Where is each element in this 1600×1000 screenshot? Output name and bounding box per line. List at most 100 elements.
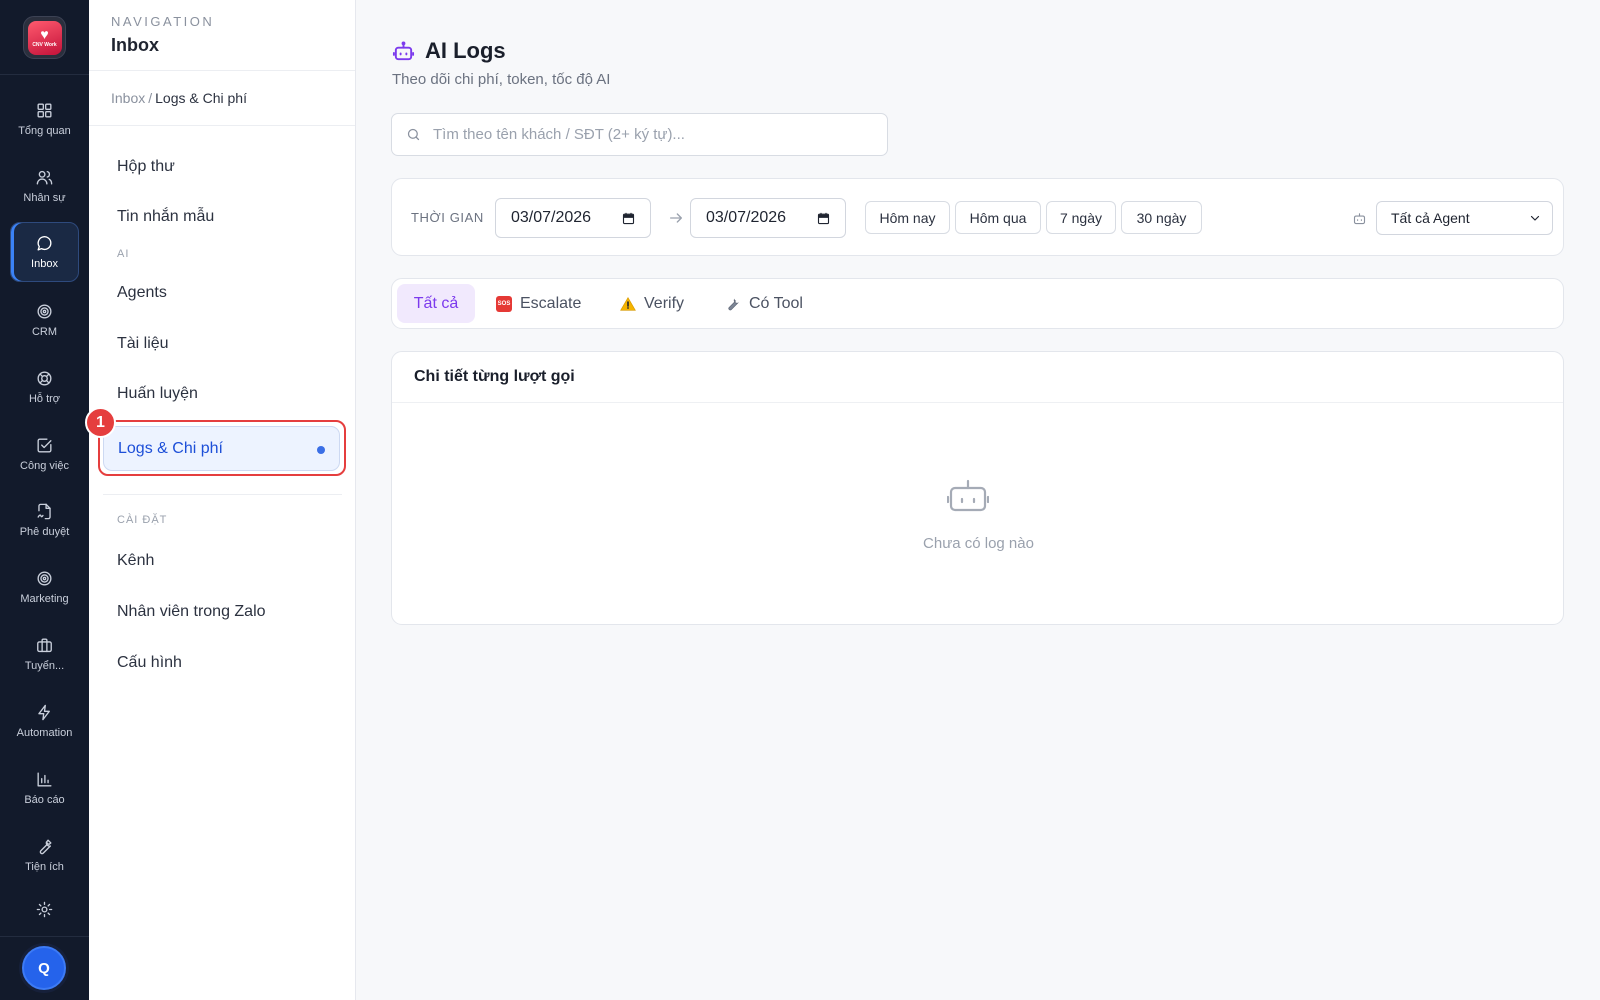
- time-filter-label: THỜI GIAN: [411, 210, 484, 225]
- rail-item-tien-ich[interactable]: Tiện ích: [10, 825, 79, 885]
- date-from-input[interactable]: 03/07/2026: [495, 198, 651, 238]
- warning-icon: [620, 296, 636, 311]
- rail-item-tuyen-dung[interactable]: Tuyển...: [10, 624, 79, 684]
- rail-item-label: Inbox: [31, 258, 58, 270]
- rail-item-label: Tuyển...: [24, 660, 65, 672]
- breadcrumb-current: Logs & Chi phí: [155, 90, 247, 106]
- date-to-input[interactable]: 03/07/2026: [690, 198, 846, 238]
- nav-section-ai: AI: [117, 248, 130, 260]
- rail-item-label: Phê duyệt: [19, 526, 70, 538]
- rail-item-label: CRM: [31, 326, 58, 338]
- card-title: Chi tiết từng lượt gọi: [392, 352, 1563, 403]
- rail-item-inbox[interactable]: Inbox: [10, 222, 79, 282]
- nav-item-huan-luyen[interactable]: Huấn luyện: [117, 385, 198, 403]
- rail-item-settings[interactable]: [10, 900, 79, 930]
- tab-label: Escalate: [520, 294, 582, 312]
- search-box[interactable]: [391, 113, 888, 156]
- zap-icon: [38, 704, 50, 721]
- breadcrumb: Inbox / Logs & Chi phí: [89, 71, 355, 126]
- breadcrumb-inbox-link[interactable]: Inbox: [111, 90, 145, 106]
- log-filter-tabs: Tất cả SOS Escalate Verify Có Tool: [391, 278, 1564, 329]
- rail-item-label: Công việc: [20, 460, 69, 472]
- users-icon: [36, 170, 53, 185]
- search-input[interactable]: [433, 126, 873, 143]
- arrow-right-icon: [670, 213, 682, 223]
- rail-item-nhan-su[interactable]: Nhân sự: [10, 156, 79, 216]
- bot-icon: [1353, 213, 1366, 225]
- rail-item-marketing[interactable]: Marketing: [10, 557, 79, 617]
- heart-logo-icon: ♥ CNV Work: [27, 20, 62, 55]
- tab-label: Có Tool: [749, 294, 803, 312]
- main-content: AI Logs Theo dõi chi phí, token, tốc độ …: [356, 0, 1600, 1000]
- rail-item-ho-tro[interactable]: Hỗ trợ: [10, 357, 79, 417]
- nav-section-cai-dat: CÀI ĐẶT: [117, 514, 168, 526]
- avatar[interactable]: Q: [22, 946, 66, 990]
- tab-all[interactable]: Tất cả: [397, 284, 475, 323]
- rail-item-crm[interactable]: CRM: [10, 290, 79, 350]
- rail-item-automation[interactable]: Automation: [10, 691, 79, 751]
- logo-text: CNV Work: [32, 42, 57, 48]
- tab-co-tool[interactable]: Có Tool: [724, 284, 803, 323]
- wrench-icon: [39, 839, 52, 855]
- gear-icon: [36, 901, 53, 918]
- rail-item-label: Hỗ trợ: [28, 393, 61, 405]
- navigation-panel: NAVIGATION Inbox Inbox / Logs & Chi phí Hộ…: [85, 0, 356, 1000]
- nav-item-tin-nhan-mau[interactable]: Tin nhắn mẫu: [117, 208, 214, 226]
- preset-yesterday-button[interactable]: Hôm qua: [955, 201, 1041, 234]
- page-header: AI Logs: [392, 38, 506, 64]
- agent-select[interactable]: Tất cả Agent: [1376, 201, 1553, 235]
- active-dot: [317, 446, 325, 454]
- rail-item-label: Marketing: [20, 593, 69, 605]
- filter-bar: THỜI GIAN 03/07/2026 03/07/2026 Hôm nay …: [391, 178, 1564, 256]
- app-logo[interactable]: ♥ CNV Work: [23, 16, 66, 59]
- rail-item-cong-viec[interactable]: Công việc: [10, 424, 79, 484]
- page-subtitle: Theo dõi chi phí, token, tốc độ AI: [392, 71, 611, 88]
- search-icon: [407, 128, 420, 141]
- date-to-value: 03/07/2026: [706, 209, 787, 226]
- preset-7-days-button[interactable]: 7 ngày: [1046, 201, 1116, 234]
- rail-item-label: Nhân sự: [23, 192, 66, 204]
- calendar-icon[interactable]: [816, 211, 831, 226]
- target-icon: [37, 304, 52, 319]
- rail-item-tong-quan[interactable]: Tổng quan: [10, 89, 79, 149]
- rail-divider: [0, 936, 89, 937]
- tab-label: Verify: [644, 294, 685, 312]
- nav-item-nhan-vien-zalo[interactable]: Nhân viên trong Zalo: [117, 603, 266, 621]
- preset-30-days-button[interactable]: 30 ngày: [1121, 201, 1202, 234]
- rail-item-label: Tổng quan: [18, 125, 71, 137]
- nav-item-hop-thu[interactable]: Hộp thư: [117, 158, 175, 176]
- nav-item-agents[interactable]: Agents: [117, 284, 167, 302]
- sos-icon: SOS: [496, 295, 512, 312]
- tab-escalate[interactable]: SOS Escalate: [496, 284, 581, 323]
- nav-item-kenh[interactable]: Kênh: [117, 552, 154, 570]
- rail-item-bao-cao[interactable]: Báo cáo: [10, 758, 79, 818]
- nav-title: Inbox: [111, 35, 159, 55]
- grid-icon: [37, 103, 52, 118]
- nav-item-cau-hinh[interactable]: Cấu hình: [117, 654, 182, 672]
- lifebuoy-icon: [37, 371, 52, 386]
- bar-chart-icon: [37, 772, 52, 787]
- nav-divider: [103, 494, 342, 495]
- nav-item-label: Logs & Chi phí: [118, 440, 223, 457]
- nav-item-logs-chi-phi[interactable]: Logs & Chi phí: [103, 426, 340, 471]
- wrench-icon: [728, 298, 739, 311]
- agent-select-value: Tất cả Agent: [1391, 210, 1470, 226]
- calendar-icon[interactable]: [621, 211, 636, 226]
- briefcase-icon: [37, 638, 52, 653]
- chevron-down-icon: [1530, 215, 1540, 221]
- nav-eyebrow: NAVIGATION: [111, 14, 215, 29]
- tab-verify[interactable]: Verify: [620, 284, 684, 323]
- message-circle-icon: [37, 236, 52, 251]
- nav-item-tai-lieu[interactable]: Tài liệu: [117, 335, 169, 353]
- bot-icon: [392, 40, 415, 60]
- date-from-value: 03/07/2026: [511, 209, 592, 226]
- step-badge: 1: [85, 407, 116, 438]
- rail-item-phe-duyet[interactable]: Phê duyệt: [10, 490, 79, 550]
- preset-today-button[interactable]: Hôm nay: [865, 201, 950, 234]
- rail-item-label: Automation: [16, 727, 73, 739]
- file-signature-icon: [37, 503, 51, 520]
- bot-icon: [947, 479, 989, 512]
- nav-header: NAVIGATION Inbox: [89, 0, 355, 71]
- rail-item-label: Tiện ích: [25, 861, 64, 873]
- radar-icon: [37, 571, 52, 586]
